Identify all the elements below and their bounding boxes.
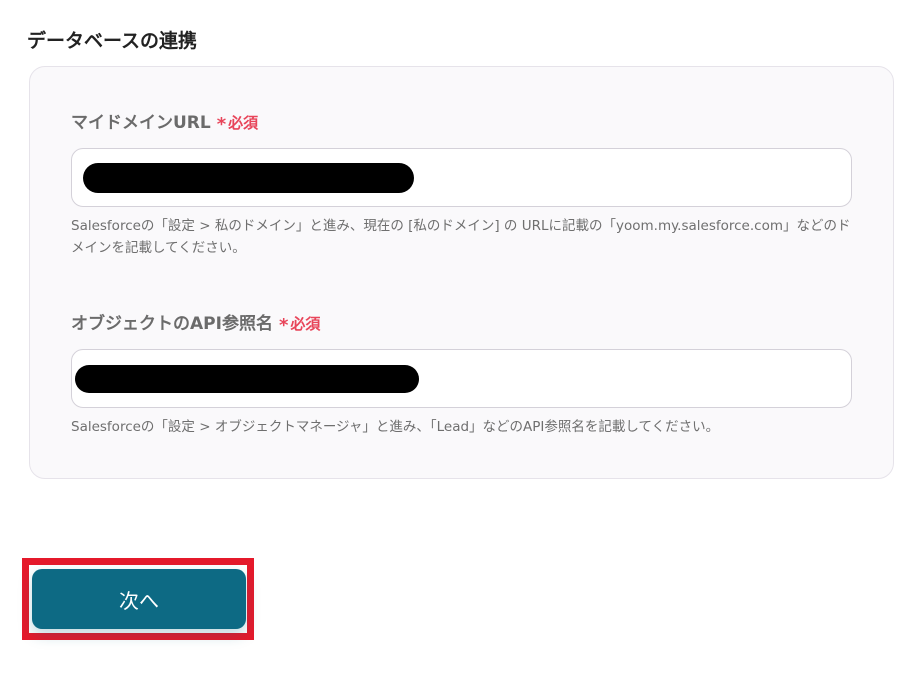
next-button[interactable]: 次へ xyxy=(32,569,246,629)
required-badge: 必須 xyxy=(290,315,321,333)
my-domain-url-label-text: マイドメインURL xyxy=(71,113,211,133)
my-domain-url-input[interactable] xyxy=(71,148,852,207)
redacted-value xyxy=(75,365,419,393)
required-asterisk-icon: * xyxy=(278,315,289,336)
redacted-value xyxy=(83,163,414,193)
object-api-name-help-text: Salesforceの「設定 > オブジェクトマネージャ」と進み、「Lead」な… xyxy=(71,419,720,435)
required-asterisk-icon: * xyxy=(216,114,227,135)
object-api-name-input[interactable] xyxy=(71,349,852,408)
connection-form-card: マイドメインURL * 必須 Salesforceの「設定 > 私のドメイン」と進み… xyxy=(29,66,894,479)
my-domain-url-help-text: Salesforceの「設定 > 私のドメイン」と進み、現在の [私のドメイン]… xyxy=(71,218,851,256)
section-title: データベースの連携 xyxy=(27,30,198,52)
my-domain-url-label: マイドメインURL * 必須 xyxy=(71,111,258,135)
required-badge: 必須 xyxy=(228,114,259,132)
object-api-name-label: オブジェクトのAPI参照名 * 必須 xyxy=(71,312,320,336)
object-api-name-label-text: オブジェクトのAPI参照名 xyxy=(71,314,273,334)
database-connection-page: データベースの連携 マイドメインURL * 必須 Salesforceの「設定 > … xyxy=(0,0,921,692)
